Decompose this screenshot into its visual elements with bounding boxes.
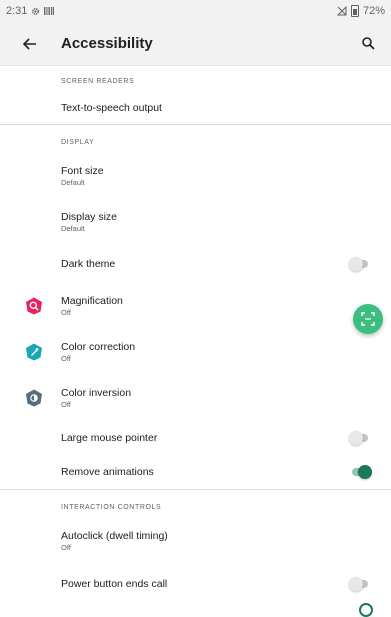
partial-toggle-indicator <box>359 603 373 617</box>
section-screen-readers: SCREEN READERS <box>61 78 135 85</box>
setting-label: Large mouse pointer <box>61 432 158 444</box>
setting-label: Power button ends call <box>61 578 168 590</box>
setting-large-mouse-pointer[interactable]: Large mouse pointer <box>0 421 391 455</box>
setting-power-button-ends-call[interactable]: Power button ends call <box>0 564 391 604</box>
battery-level: 72% <box>362 5 385 17</box>
color-correction-icon <box>25 343 43 361</box>
setting-summary: Off <box>61 354 71 363</box>
magnification-icon <box>25 297 43 315</box>
setting-summary: Default <box>61 178 85 187</box>
setting-remove-animations[interactable]: Remove animations <box>0 455 391 489</box>
setting-label: Font size <box>61 165 104 177</box>
page-title: Accessibility <box>61 35 153 52</box>
scan-frame-icon <box>361 312 375 326</box>
setting-label: Remove animations <box>61 466 154 478</box>
setting-summary: Off <box>61 308 71 317</box>
power-button-toggle[interactable] <box>349 577 371 591</box>
section-interaction-controls: INTERACTION CONTROLS <box>61 504 162 511</box>
setting-label: Color inversion <box>61 387 132 399</box>
setting-dark-theme[interactable]: Dark theme <box>0 245 391 283</box>
color-inversion-icon <box>25 389 43 407</box>
search-icon <box>361 37 375 50</box>
setting-label: Color correction <box>61 341 136 353</box>
setting-summary: Default <box>61 224 85 233</box>
setting-text-to-speech[interactable]: Text-to-speech output <box>0 92 391 124</box>
settings-gear-icon <box>32 7 40 15</box>
accessibility-shortcut-button[interactable] <box>353 304 383 334</box>
setting-autoclick[interactable]: Autoclick (dwell timing) Off <box>0 518 391 564</box>
setting-color-inversion[interactable]: Color inversion Off <box>0 375 391 421</box>
setting-label: Magnification <box>61 295 123 307</box>
setting-summary: Off <box>61 400 71 409</box>
no-signal-icon <box>336 6 347 16</box>
setting-display-size[interactable]: Display size Default <box>0 199 391 245</box>
setting-magnification[interactable]: Magnification Off <box>0 283 391 329</box>
search-button[interactable] <box>357 33 379 55</box>
status-bar: 2:31 72% <box>0 0 391 22</box>
setting-label: Display size <box>61 211 118 223</box>
app-bar: Accessibility <box>0 22 391 66</box>
barcode-icon <box>44 7 55 15</box>
dark-theme-toggle[interactable] <box>349 257 371 271</box>
setting-label: Autoclick (dwell timing) <box>61 530 168 542</box>
setting-label: Text-to-speech output <box>61 102 162 114</box>
setting-color-correction[interactable]: Color correction Off <box>0 329 391 375</box>
remove-animations-toggle[interactable] <box>349 465 372 479</box>
setting-font-size[interactable]: Font size Default <box>0 153 391 199</box>
setting-label: Dark theme <box>61 258 116 270</box>
status-time: 2:31 <box>6 5 28 17</box>
back-button[interactable] <box>19 33 41 55</box>
back-arrow-icon <box>23 37 36 50</box>
battery-icon <box>350 5 359 17</box>
large-pointer-toggle[interactable] <box>349 431 371 445</box>
settings-list: SCREEN READERS Text-to-speech output DIS… <box>0 66 391 604</box>
setting-summary: Off <box>61 543 71 552</box>
section-display: DISPLAY <box>61 139 95 146</box>
